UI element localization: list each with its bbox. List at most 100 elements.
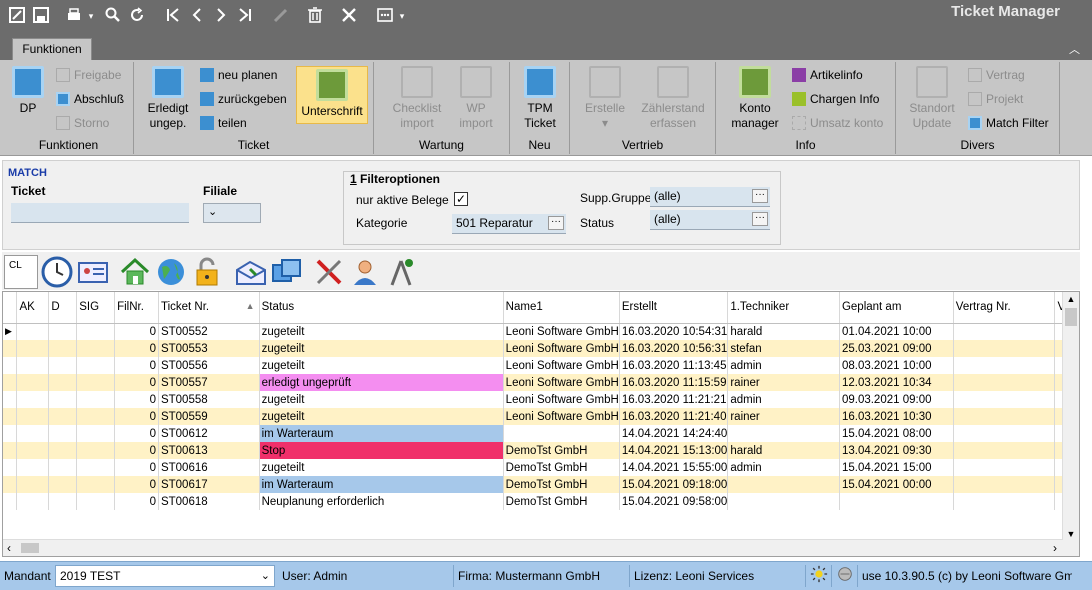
vertrag-nr-cell[interactable]	[953, 459, 1056, 476]
first-record-icon[interactable]	[164, 7, 182, 25]
geplant-am-cell[interactable]: 15.04.2021 08:00	[839, 425, 954, 442]
lock-icon[interactable]	[190, 255, 224, 289]
d-cell[interactable]	[48, 442, 78, 459]
column-header[interactable]: D	[48, 292, 78, 324]
match-filter-button[interactable]: Match Filter	[968, 114, 1049, 132]
status-lookup-button[interactable]: ···	[752, 212, 768, 226]
column-header[interactable]: Erstellt	[619, 292, 729, 324]
table-row[interactable]: 0 ST00618 Neuplanung erforderlich DemoTst G…	[3, 493, 1079, 510]
table-row[interactable]: 0 ST00553 zugeteilt Leoni Software GmbH 16.0…	[3, 340, 1079, 357]
sun-icon[interactable]	[806, 565, 832, 587]
ticket-nr-cell[interactable]: ST00618	[158, 493, 260, 510]
table-row[interactable]: 0 ST00617 im Warteraum DemoTst GmbH 15.04.20…	[3, 476, 1079, 493]
status-cell[interactable]: zugeteilt	[259, 340, 504, 357]
d-cell[interactable]	[48, 340, 78, 357]
erstellt-cell[interactable]: 16.03.2020 10:56:31	[619, 340, 729, 357]
abschluss-button[interactable]: Abschluß	[56, 90, 124, 108]
d-cell[interactable]	[48, 493, 78, 510]
user-icon[interactable]	[348, 255, 382, 289]
supp-gruppe-lookup-button[interactable]: ···	[752, 189, 768, 203]
table-row[interactable]: 0 ST00556 zugeteilt Leoni Software GmbH 16.0…	[3, 357, 1079, 374]
row-indicator[interactable]	[3, 357, 18, 374]
geplant-am-cell[interactable]: 01.04.2021 10:00	[839, 323, 954, 340]
ak-cell[interactable]	[16, 374, 50, 391]
d-cell[interactable]	[48, 476, 78, 493]
geplant-am-cell[interactable]: 16.03.2021 10:30	[839, 408, 954, 425]
row-indicator[interactable]	[3, 493, 18, 510]
status-field[interactable]: (alle) ···	[650, 210, 770, 230]
more-icon[interactable]	[376, 7, 394, 25]
vertrag-nr-cell[interactable]	[953, 493, 1056, 510]
erstellt-cell[interactable]: 16.03.2020 11:15:59	[619, 374, 729, 391]
refresh-icon[interactable]	[128, 7, 146, 25]
table-row[interactable]: 0 ST00557 erledigt ungeprüft Leoni Software…	[3, 374, 1079, 391]
cl-button[interactable]: CL	[4, 255, 38, 289]
close-icon[interactable]	[340, 7, 358, 25]
techniker-cell[interactable]	[727, 425, 840, 442]
horizontal-scrollbar[interactable]: ‹ ›	[3, 539, 1063, 556]
clock-icon[interactable]	[40, 255, 74, 289]
status-cell[interactable]: im Warteraum	[259, 425, 504, 442]
d-cell[interactable]	[48, 323, 78, 340]
column-header[interactable]: AK	[16, 292, 50, 324]
column-header[interactable]: Status	[259, 292, 504, 324]
row-indicator[interactable]	[3, 374, 18, 391]
filnr-cell[interactable]: 0	[114, 340, 159, 357]
geplant-am-cell[interactable]	[839, 493, 954, 510]
tools-icon[interactable]	[312, 255, 346, 289]
ak-cell[interactable]	[16, 459, 50, 476]
row-indicator[interactable]	[3, 408, 18, 425]
vertrag-nr-cell[interactable]	[953, 357, 1056, 374]
table-row[interactable]: 0 ST00612 im Warteraum 14.04.2021 14:24:40 1…	[3, 425, 1079, 442]
filnr-cell[interactable]: 0	[114, 442, 159, 459]
ak-cell[interactable]	[16, 357, 50, 374]
ticket-nr-cell[interactable]: ST00559	[158, 408, 260, 425]
tpm-ticket-button[interactable]: TPM Ticket	[516, 66, 564, 131]
collapse-ribbon-icon[interactable]: ︿	[1069, 41, 1080, 57]
row-indicator[interactable]	[3, 442, 18, 459]
scroll-down-icon[interactable]: ▼	[1063, 529, 1079, 539]
erstellt-cell[interactable]: 16.03.2020 11:21:40	[619, 408, 729, 425]
kategorie-field[interactable]: 501 Reparatur ···	[452, 214, 566, 234]
ticket-nr-cell[interactable]: ST00613	[158, 442, 260, 459]
erstelle-button[interactable]: Erstelle ▾	[582, 66, 628, 131]
vertrag-nr-cell[interactable]	[953, 425, 1056, 442]
chargen-info-button[interactable]: Chargen Info	[792, 90, 879, 108]
table-row[interactable]: 0 ST00613 Stop DemoTst GmbH 14.04.2021 15:13…	[3, 442, 1079, 459]
standort-update-button[interactable]: Standort Update	[904, 66, 960, 131]
vertrag-nr-cell[interactable]	[953, 391, 1056, 408]
nur-aktive-checkbox[interactable]: ✓	[454, 192, 468, 206]
table-row[interactable]: 0 ST00558 zugeteilt Leoni Software GmbH 16.0…	[3, 391, 1079, 408]
column-header[interactable]: FilNr.	[114, 292, 159, 324]
techniker-cell[interactable]: harald	[727, 442, 840, 459]
ticket-nr-cell[interactable]: ST00612	[158, 425, 260, 442]
techniker-cell[interactable]: admin	[727, 391, 840, 408]
filnr-cell[interactable]: 0	[114, 374, 159, 391]
windows-icon[interactable]	[270, 255, 304, 289]
name1-cell[interactable]: DemoTst GmbH	[503, 476, 620, 493]
sig-cell[interactable]	[76, 476, 116, 493]
name1-cell[interactable]: Leoni Software GmbH	[503, 408, 620, 425]
erstellt-cell[interactable]: 16.03.2020 11:13:45	[619, 357, 729, 374]
vertrag-nr-cell[interactable]	[953, 442, 1056, 459]
erledigt-ungeprueft-button[interactable]: Erledigt ungep.	[142, 66, 194, 131]
vertrag-nr-cell[interactable]	[953, 408, 1056, 425]
ticket-nr-cell[interactable]: ST00552	[158, 323, 260, 340]
vertical-scrollbar[interactable]: ▲ ▼	[1062, 292, 1079, 556]
home-icon[interactable]	[118, 255, 152, 289]
wp-import-button[interactable]: WP import	[452, 66, 500, 131]
delete-icon[interactable]	[306, 7, 324, 25]
d-cell[interactable]	[48, 357, 78, 374]
row-indicator[interactable]	[3, 425, 18, 442]
zurueckgeben-button[interactable]: zurückgeben	[200, 90, 287, 108]
compass-icon[interactable]	[384, 255, 418, 289]
erstellt-cell[interactable]: 16.03.2020 10:54:31	[619, 323, 729, 340]
ak-cell[interactable]	[16, 493, 50, 510]
techniker-cell[interactable]: rainer	[727, 374, 840, 391]
more-dropdown-icon[interactable]: ▾	[397, 7, 407, 25]
status-cell[interactable]: zugeteilt	[259, 357, 504, 374]
ticket-nr-cell[interactable]: ST00556	[158, 357, 260, 374]
table-row[interactable]: 0 ST00559 zugeteilt Leoni Software GmbH 16.0…	[3, 408, 1079, 425]
vertrag-nr-cell[interactable]	[953, 323, 1056, 340]
filnr-cell[interactable]: 0	[114, 323, 159, 340]
